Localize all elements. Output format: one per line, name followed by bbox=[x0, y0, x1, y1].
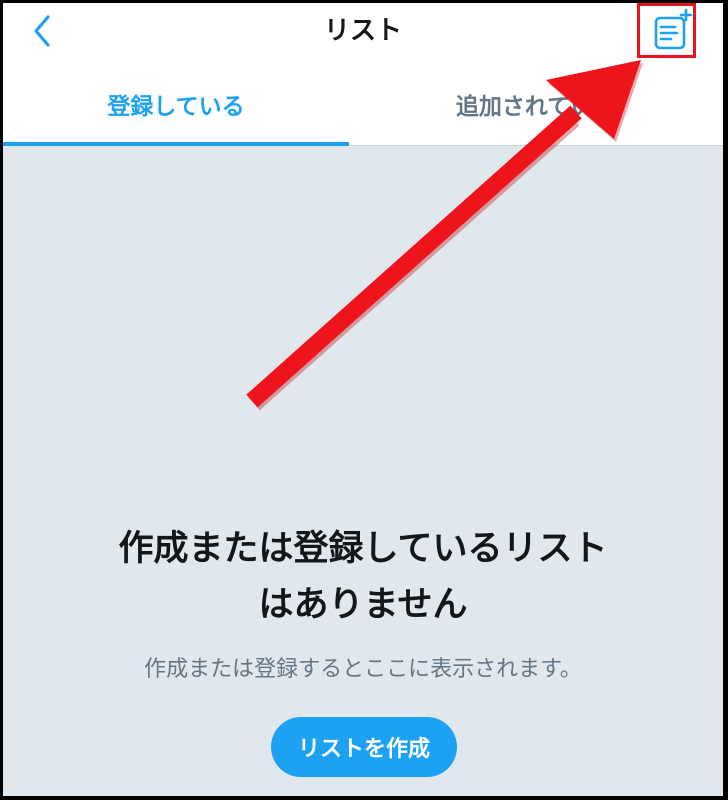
new-list-button[interactable] bbox=[639, 5, 697, 59]
navigation-bar: リスト bbox=[3, 3, 723, 61]
new-list-icon bbox=[654, 8, 693, 50]
create-list-button[interactable]: リストを作成 bbox=[271, 717, 457, 777]
empty-state-subtitle: 作成または登録するとここに表示されます。 bbox=[144, 657, 582, 682]
tab-bar: 登録している 追加されている bbox=[3, 61, 723, 146]
empty-state-title-line2: はありません bbox=[258, 585, 468, 625]
empty-state-title-line1: 作成または登録しているリスト bbox=[118, 529, 608, 569]
tab-member-of[interactable]: 追加されている bbox=[349, 61, 723, 145]
tab-subscribed[interactable]: 登録している bbox=[3, 61, 349, 145]
app-screen: リスト 登録している 追加されている 作成または登録しているリスト はありません… bbox=[3, 3, 723, 796]
active-tab-indicator bbox=[3, 142, 349, 146]
empty-state-title: 作成または登録しているリスト はありません bbox=[3, 521, 723, 633]
page-title: リスト bbox=[323, 16, 402, 46]
